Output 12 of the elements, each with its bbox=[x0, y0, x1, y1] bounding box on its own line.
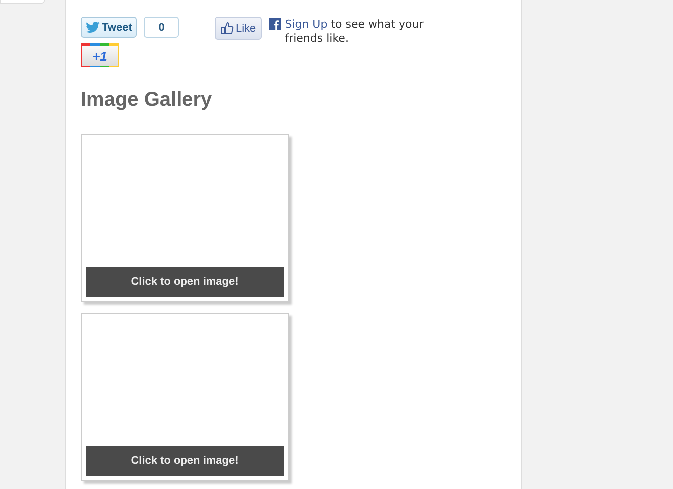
like-button[interactable]: Like bbox=[215, 17, 262, 40]
open-image-button[interactable]: Click to open image! bbox=[86, 267, 284, 297]
plus-one-button[interactable]: +1 bbox=[81, 43, 119, 67]
thumbs-up-icon bbox=[221, 22, 234, 35]
tweet-button[interactable]: Tweet bbox=[81, 17, 138, 38]
facebook-icon bbox=[269, 18, 282, 30]
gallery-title: Image Gallery bbox=[81, 89, 214, 112]
bird-icon bbox=[86, 22, 100, 33]
tweet-count: 0 bbox=[144, 17, 180, 38]
facebook-signup-text: Sign Up to see what your friends like. bbox=[285, 18, 425, 46]
open-image-button[interactable]: Click to open image! bbox=[86, 446, 284, 476]
sign-up-link[interactable]: Sign Up bbox=[285, 18, 328, 31]
